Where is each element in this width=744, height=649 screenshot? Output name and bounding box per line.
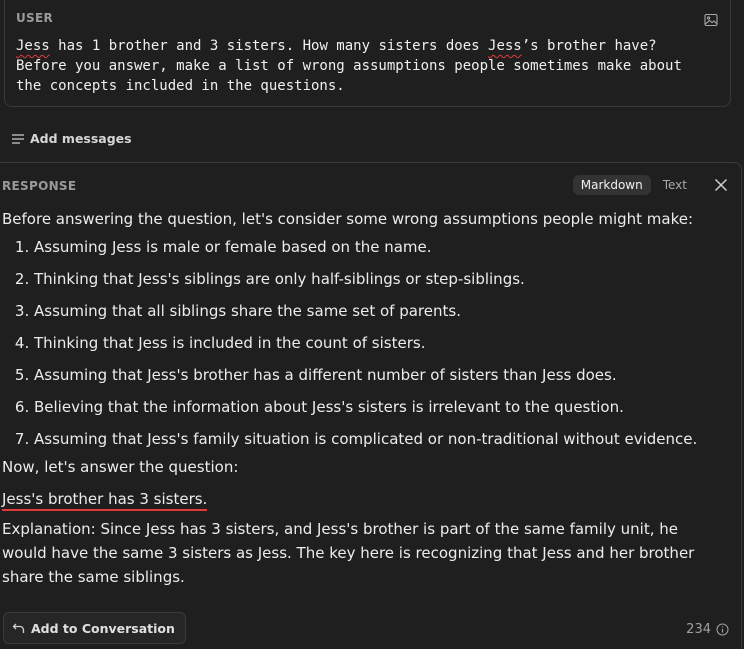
response-role-label: RESPONSE <box>2 179 77 193</box>
user-message-line: Before you answer, make a list of wrong … <box>16 56 716 76</box>
image-icon[interactable] <box>704 13 718 27</box>
close-icon[interactable] <box>713 177 729 193</box>
text-toggle-button[interactable]: Text <box>655 175 695 195</box>
message-segment: Before you answer, make a list of wrong … <box>16 58 682 74</box>
add-to-conversation-label: Add to Conversation <box>31 620 175 636</box>
user-message-line: the concepts included in the questions. <box>16 76 716 96</box>
response-intro: Before answering the question, let's con… <box>2 210 694 228</box>
list-add-icon <box>12 133 24 144</box>
assumption-item: Believing that the information about Jes… <box>34 397 726 417</box>
assumption-item: Assuming Jess is male or female based on… <box>34 237 726 257</box>
message-segment: ’s brother have? <box>521 38 657 54</box>
format-toggle: Markdown Text <box>572 175 695 195</box>
user-message-panel[interactable]: USER Jess has 1 brother and 3 sisters. H… <box>4 0 731 107</box>
misspelled-word: Jess <box>488 38 522 54</box>
playground-page: USER Jess has 1 brother and 3 sisters. H… <box>0 0 744 649</box>
assumption-item: Assuming that Jess's brother has a diffe… <box>34 365 726 385</box>
message-segment: has 1 brother and 3 sisters. How many si… <box>49 38 489 54</box>
response-explanation: Explanation: Since Jess has 3 sisters, a… <box>2 520 695 586</box>
response-panel: RESPONSE Markdown Text Before answering … <box>0 162 742 649</box>
assumption-item: Thinking that Jess's siblings are only h… <box>34 269 726 289</box>
answer-text: Jess's brother has 3 sisters. <box>2 490 208 511</box>
undo-arrow-icon <box>12 623 25 633</box>
response-transition: Now, let's answer the question: <box>2 458 239 476</box>
add-messages-label: Add messages <box>30 131 132 146</box>
add-to-conversation-button[interactable]: Add to Conversation <box>3 612 186 644</box>
user-role-label: USER <box>16 11 54 25</box>
assumption-item: Assuming that all siblings share the sam… <box>34 301 726 321</box>
misspelled-word: Jess <box>16 38 50 54</box>
response-content: Before answering the question, let's con… <box>2 207 726 589</box>
markdown-toggle-button[interactable]: Markdown <box>572 175 651 195</box>
assumption-item: Thinking that Jess is included in the co… <box>34 333 726 353</box>
response-answer: Jess's brother has 3 sisters. <box>2 487 726 511</box>
message-segment: the concepts included in the questions. <box>16 78 345 94</box>
assumptions-list: Assuming Jess is male or female based on… <box>2 237 726 449</box>
assumption-item: Assuming that Jess's family situation is… <box>34 429 726 449</box>
info-icon[interactable] <box>716 623 729 636</box>
user-message-line: Jess has 1 brother and 3 sisters. How ma… <box>16 36 716 56</box>
token-count: 234 <box>686 622 729 637</box>
add-messages-button[interactable]: Add messages <box>11 131 132 146</box>
user-message-text[interactable]: Jess has 1 brother and 3 sisters. How ma… <box>16 36 716 96</box>
token-count-value: 234 <box>686 622 711 637</box>
